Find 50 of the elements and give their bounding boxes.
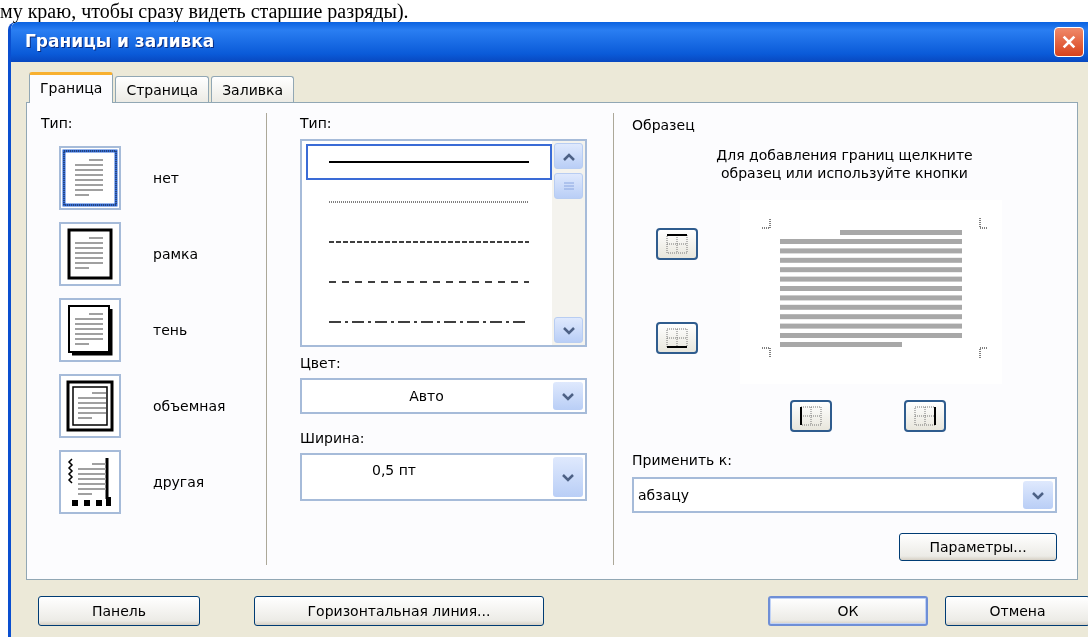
line-style-option[interactable] <box>306 144 552 180</box>
dropdown-field[interactable]: абзацу <box>632 477 1057 513</box>
left-border-button[interactable] <box>790 400 832 432</box>
scroll-up-button[interactable] <box>554 143 583 169</box>
border-grid-icon <box>798 405 824 427</box>
tab[interactable]: Страница <box>115 76 210 102</box>
border-type-button[interactable] <box>59 146 121 210</box>
border-type-label: нет <box>153 168 179 188</box>
section-label: Образец <box>632 116 696 135</box>
border-grid-icon <box>664 233 690 255</box>
dialog-button[interactable]: Горизонтальная линия... <box>254 596 544 626</box>
tab[interactable]: Граница <box>29 72 114 103</box>
border-type-button[interactable] <box>59 298 121 362</box>
border-type-button[interactable] <box>59 450 121 514</box>
scroll-down-button[interactable] <box>554 317 583 343</box>
scroll-thumb[interactable] <box>554 173 583 199</box>
grip-icon <box>563 181 574 191</box>
line-sample-icon <box>329 200 529 204</box>
top-border-button[interactable] <box>656 228 698 260</box>
line-sample-icon <box>329 280 529 284</box>
close-icon <box>1061 33 1077 51</box>
field-label: Применить к: <box>632 451 733 470</box>
document-text: му краю, чтобы сразу видеть старшие разряды). <box>0 0 410 22</box>
dialog-button[interactable]: Отмена <box>945 596 1088 626</box>
bottom-border-button[interactable] <box>656 322 698 354</box>
line-sample-icon <box>329 160 529 164</box>
border-grid-icon <box>664 327 690 349</box>
border-type-label: рамка <box>153 244 199 264</box>
dropdown-field[interactable]: 0,5 пт <box>300 453 587 501</box>
dropdown-field[interactable]: Авто <box>300 378 587 414</box>
border-grid-icon <box>912 405 938 427</box>
section-label: Тип: <box>300 114 333 133</box>
document-border-icon <box>62 149 118 207</box>
border-type-label: другая <box>153 472 205 492</box>
dialog-button[interactable]: ОК <box>768 596 928 626</box>
instruction-text: Для добавления границ щелкните образец или используйте кнопки <box>715 146 974 182</box>
field-label: Цвет: <box>300 354 342 373</box>
line-sample-icon <box>329 240 529 244</box>
close-button[interactable] <box>1054 27 1084 57</box>
field-label: Ширина: <box>300 429 366 448</box>
border-type-button[interactable] <box>59 222 121 286</box>
border-type-label: тень <box>153 320 188 340</box>
tab[interactable]: Заливка <box>211 76 295 102</box>
options-button[interactable]: Параметры... <box>899 533 1057 561</box>
border-type-button[interactable] <box>59 374 121 438</box>
border-type-label: объемная <box>153 396 226 416</box>
right-border-button[interactable] <box>904 400 946 432</box>
window-title: Границы и заливка <box>25 30 216 54</box>
dialog-button[interactable]: Панель <box>38 596 200 626</box>
section-label: Тип: <box>41 114 74 133</box>
